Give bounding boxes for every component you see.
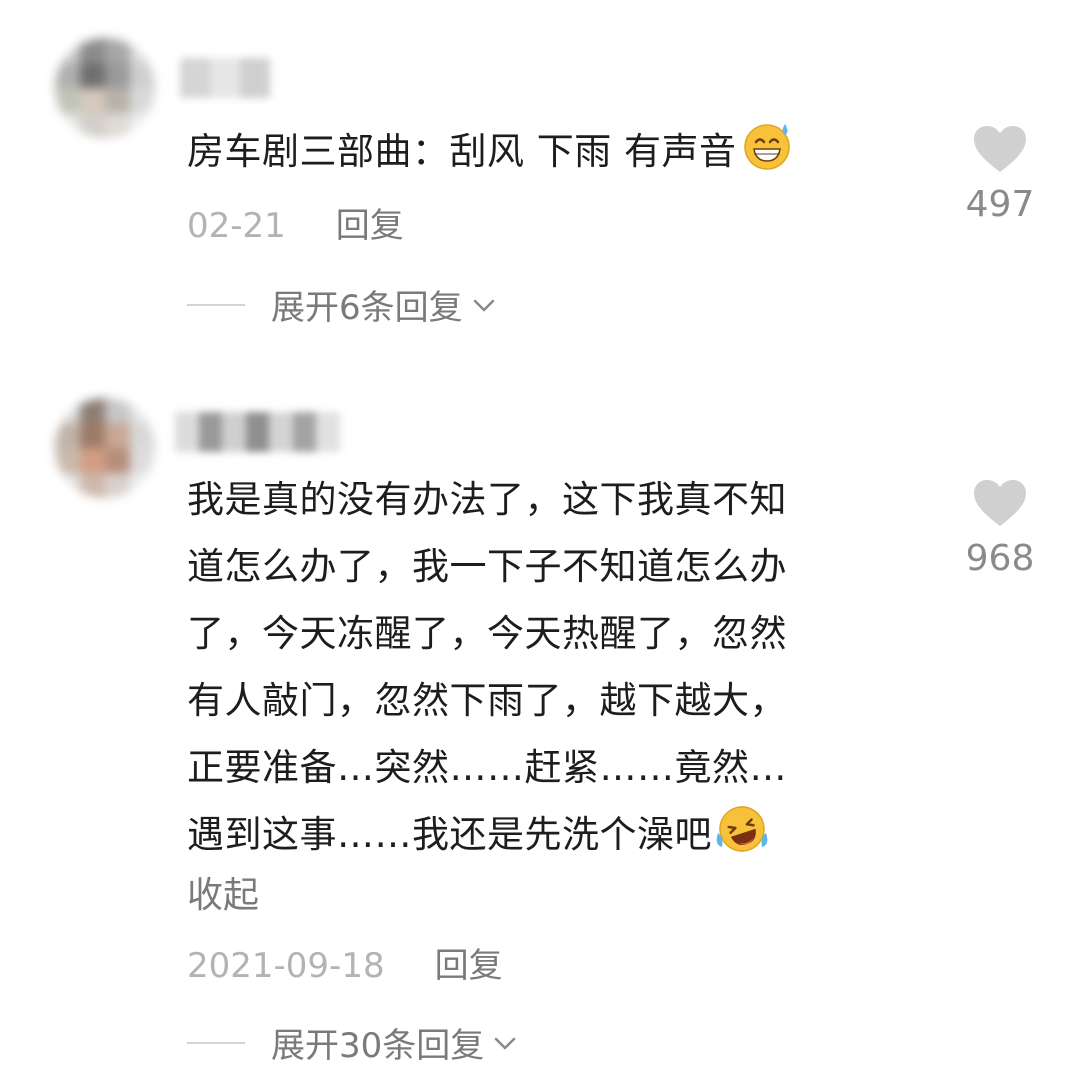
collapse-button[interactable]: 收起 bbox=[187, 866, 259, 918]
expand-replies-label: 展开6条回复 bbox=[271, 288, 463, 328]
reply-button[interactable]: 回复 bbox=[336, 206, 404, 246]
comment-line: 道怎么办了，我一下子不知道怎么办 bbox=[187, 545, 787, 588]
comment-line: 房车剧三部曲：刮风 下雨 有声音 bbox=[187, 118, 793, 185]
chevron-down-icon bbox=[473, 299, 494, 311]
like-count: 497 bbox=[965, 184, 1035, 225]
comment-line: 正要准备…突然……赶紧……竟然… bbox=[187, 746, 787, 789]
comment-line: 了，今天冻醒了，今天热醒了，忽然 bbox=[187, 612, 787, 655]
comment-date: 02-21 bbox=[187, 206, 286, 246]
comment-line: 遇到这事……我还是先洗个澡吧 bbox=[187, 801, 787, 868]
grinning-sweat-emoji bbox=[743, 124, 790, 170]
expand-replies-label: 展开30条回复 bbox=[271, 1026, 485, 1066]
expand-replies-button[interactable]: 展开6条回复 bbox=[187, 280, 499, 329]
username[interactable] bbox=[175, 412, 341, 452]
comment-line: 我是真的没有办法了，这下我真不知 bbox=[187, 478, 787, 521]
comment-line: 有人敲门，忽然下雨了，越下越大， bbox=[187, 679, 787, 722]
comment-text: 我是真的没有办法了，这下我真不知 道怎么办了，我一下子不知道怎么办 了，今天冻醒… bbox=[187, 466, 787, 868]
username[interactable] bbox=[180, 58, 270, 98]
divider bbox=[187, 1041, 245, 1044]
reply-button[interactable]: 回复 bbox=[435, 946, 503, 986]
avatar[interactable] bbox=[55, 38, 155, 138]
like-count: 968 bbox=[965, 538, 1035, 579]
comment-date: 2021-09-18 bbox=[187, 946, 385, 986]
heart-icon bbox=[974, 480, 1026, 526]
like-button[interactable]: 497 bbox=[950, 124, 1050, 225]
comment-text: 房车剧三部曲：刮风 下雨 有声音 bbox=[187, 118, 793, 185]
avatar[interactable] bbox=[55, 398, 155, 498]
expand-replies-button[interactable]: 展开30条回复 bbox=[187, 1018, 520, 1067]
comment-meta: 2021-09-18 回复 bbox=[187, 938, 503, 987]
divider bbox=[187, 303, 245, 306]
like-button[interactable]: 968 bbox=[950, 478, 1050, 579]
chevron-down-icon bbox=[495, 1037, 516, 1049]
laughing-tears-emoji bbox=[716, 806, 768, 852]
comment-meta: 02-21 回复 bbox=[187, 198, 404, 247]
heart-icon bbox=[974, 126, 1026, 172]
